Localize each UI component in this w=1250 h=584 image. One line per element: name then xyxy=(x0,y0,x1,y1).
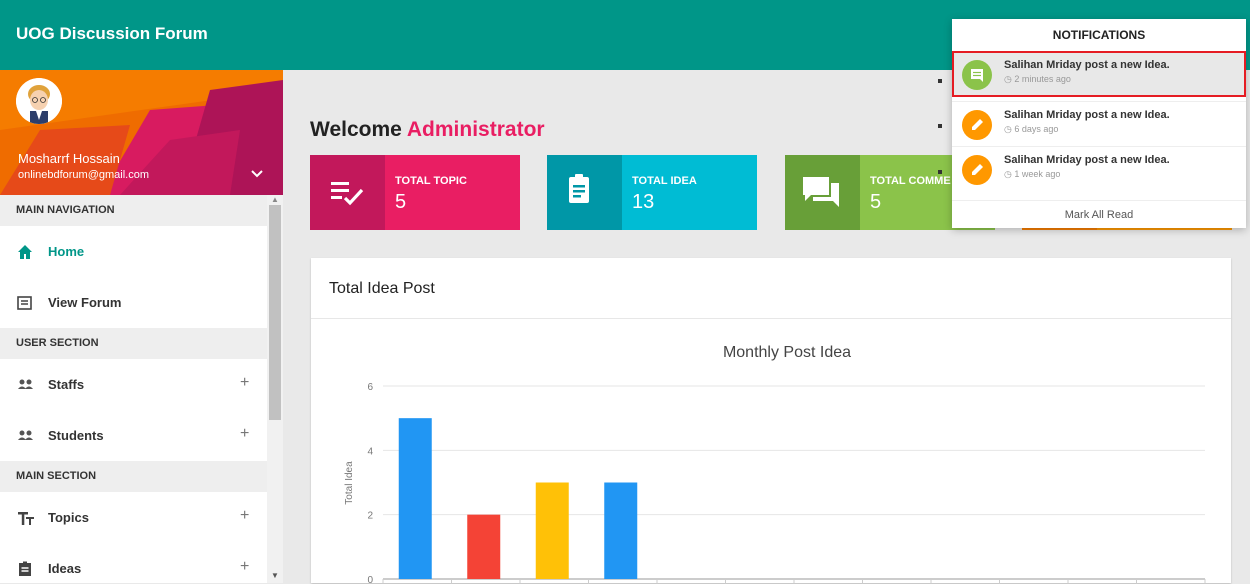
bar[interactable] xyxy=(604,482,638,580)
stat-card-title: TOTAL COMME xyxy=(870,175,951,187)
sidebar-item-staffs[interactable]: Staffs + xyxy=(0,359,267,410)
people-icon xyxy=(17,377,33,393)
clock-icon: ◷ xyxy=(1004,124,1015,134)
y-tick-label: 4 xyxy=(367,446,373,457)
clock-icon: ◷ xyxy=(1004,74,1015,84)
expand-plus-icon[interactable]: + xyxy=(240,425,249,443)
stat-card-title: TOTAL TOPIC xyxy=(395,175,467,187)
section-header-main-section: MAIN SECTION xyxy=(0,461,267,492)
notification-text: Salihan Mriday post a new Idea. xyxy=(1004,59,1170,71)
user-info-panel: Mosharrf Hossain onlinebdforum@gmail.com xyxy=(0,70,283,195)
notification-time: ◷ 6 days ago xyxy=(1004,124,1058,135)
list-bullet xyxy=(938,124,942,128)
notification-item[interactable]: Salihan Mriday post a new Idea. ◷ 1 week… xyxy=(952,146,1246,192)
stat-card-body: TOTAL IDEA 13 xyxy=(622,155,757,230)
scrollbar-thumb[interactable] xyxy=(269,205,281,420)
list-bullet xyxy=(938,170,942,174)
sidebar-item-ideas[interactable]: Ideas + xyxy=(0,543,267,583)
expand-plus-icon[interactable]: + xyxy=(240,507,249,525)
y-tick-label: 6 xyxy=(367,382,373,393)
sidebar-menu: MAIN NAVIGATION Home View Forum USER SEC… xyxy=(0,195,267,583)
section-header-user-section: USER SECTION xyxy=(0,328,267,359)
sidebar-item-label: Ideas xyxy=(48,561,82,576)
sidebar-item-label: Topics xyxy=(48,510,89,525)
edit-icon xyxy=(962,155,992,185)
forum-icon xyxy=(785,155,860,230)
chart-title: Monthly Post Idea xyxy=(723,344,851,361)
assignment-icon xyxy=(547,155,622,230)
bar[interactable] xyxy=(467,514,501,579)
expand-plus-icon[interactable]: + xyxy=(240,374,249,392)
sidebar-item-view-forum[interactable]: View Forum xyxy=(0,277,267,328)
user-email: onlinebdforum@gmail.com xyxy=(18,169,150,181)
mark-all-read-link[interactable]: Mark All Read xyxy=(952,200,1246,229)
sidebar-item-topics[interactable]: Topics + xyxy=(0,492,267,543)
stat-card-value: 5 xyxy=(395,191,407,213)
sidebar-item-home[interactable]: Home xyxy=(0,226,267,277)
stat-card-total-idea[interactable]: TOTAL IDEA 13 xyxy=(547,155,757,230)
notifications-dropdown: NOTIFICATIONS Salihan Mriday post a new … xyxy=(952,19,1246,228)
notifications-header: NOTIFICATIONS xyxy=(1052,28,1146,42)
scroll-down-icon[interactable]: ▼ xyxy=(271,571,279,580)
notification-time-value: 2 minutes ago xyxy=(1014,74,1071,84)
stat-card-body: TOTAL TOPIC 5 xyxy=(385,155,520,230)
stat-card-title: TOTAL IDEA xyxy=(632,175,697,187)
panel-title: Total Idea Post xyxy=(329,280,435,297)
forum-icon xyxy=(17,295,33,311)
bar[interactable] xyxy=(535,482,569,580)
app-title[interactable]: UOG Discussion Forum xyxy=(16,24,208,44)
avatar-image xyxy=(16,78,62,124)
notification-text: Salihan Mriday post a new Idea. xyxy=(1004,109,1170,121)
stat-card-total-topic[interactable]: TOTAL TOPIC 5 xyxy=(310,155,520,230)
notification-time: ◷ 2 minutes ago xyxy=(1004,74,1071,85)
notification-time-value: 1 week ago xyxy=(1014,169,1061,179)
playlist-check-icon xyxy=(310,155,385,230)
list-bullet xyxy=(938,79,942,83)
sidebar-item-label: View Forum xyxy=(48,295,122,310)
people-icon xyxy=(17,428,33,444)
notification-item[interactable]: Salihan Mriday post a new Idea. ◷ 6 days… xyxy=(952,101,1246,147)
welcome-prefix: Welcome xyxy=(310,118,402,141)
sidebar-item-students[interactable]: Students + xyxy=(0,410,267,461)
sidebar-item-label: Home xyxy=(48,244,85,259)
text-fields-icon xyxy=(17,510,34,526)
edit-icon xyxy=(962,110,992,140)
notification-time: ◷ 1 week ago xyxy=(1004,169,1060,180)
sidebar-item-label: Staffs xyxy=(48,377,85,392)
notification-text: Salihan Mriday post a new Idea. xyxy=(1004,154,1170,166)
notification-item[interactable]: Salihan Mriday post a new Idea. ◷ 2 minu… xyxy=(952,51,1246,97)
y-axis-label: Total Idea xyxy=(344,461,355,505)
welcome-role: Administrator xyxy=(406,118,545,141)
sidebar: Mosharrf Hossain onlinebdforum@gmail.com… xyxy=(0,70,283,583)
assignment-icon xyxy=(17,561,33,577)
notification-time-value: 6 days ago xyxy=(1014,124,1059,134)
stat-card-value: 5 xyxy=(870,191,882,213)
clock-icon: ◷ xyxy=(1004,169,1015,179)
user-name: Mosharrf Hossain xyxy=(18,151,120,166)
avatar[interactable] xyxy=(16,78,62,124)
y-tick-label: 2 xyxy=(367,511,373,522)
sidebar-scrollbar[interactable]: ▲ ▼ xyxy=(267,195,283,583)
comment-icon xyxy=(962,60,992,90)
home-icon xyxy=(17,244,33,260)
scroll-up-icon[interactable]: ▲ xyxy=(271,195,279,204)
chart-panel: Total Idea Post Monthly Post Idea Total … xyxy=(311,258,1231,584)
sidebar-item-label: Students xyxy=(48,428,104,443)
expand-plus-icon[interactable]: + xyxy=(240,558,249,576)
bar[interactable] xyxy=(398,418,432,579)
stat-card-value: 13 xyxy=(632,191,655,213)
section-header-main-navigation: MAIN NAVIGATION xyxy=(0,195,267,226)
bar-chart: Monthly Post Idea Total Idea 0246 xyxy=(344,344,1206,584)
page-title: Welcome Administrator xyxy=(310,118,545,142)
